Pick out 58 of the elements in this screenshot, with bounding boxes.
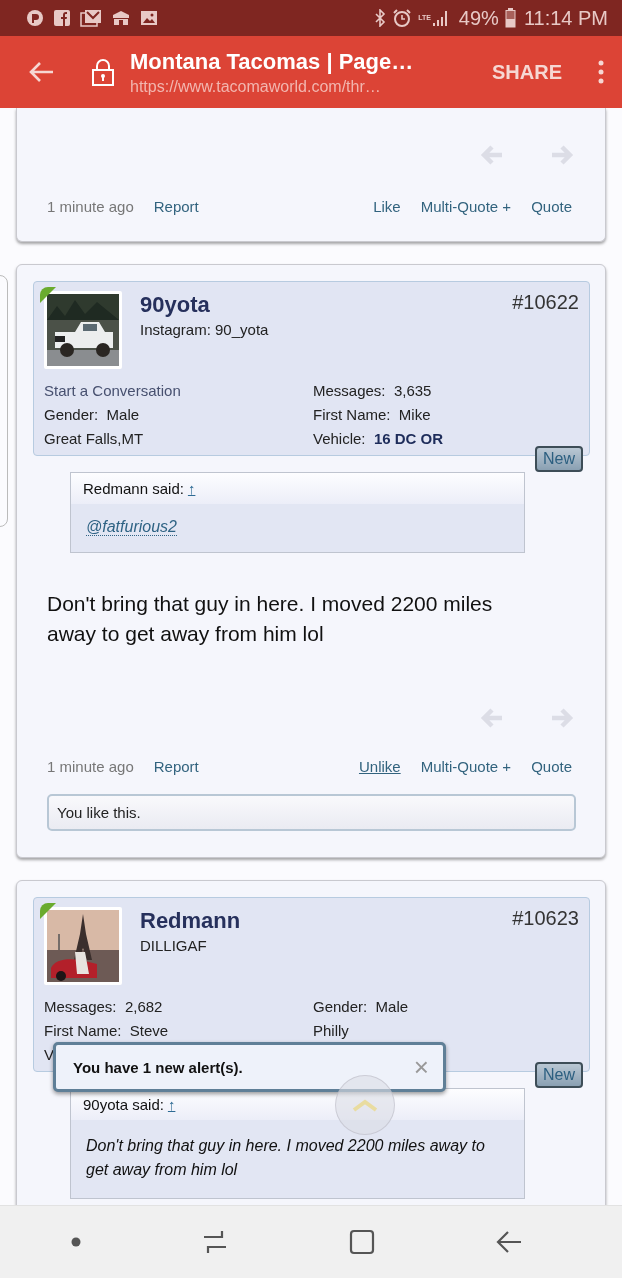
profile-field: Messages: 3,635 [313, 379, 579, 403]
post-time: 1 minute ago [47, 758, 134, 775]
action-link[interactable]: Unlike [358, 758, 401, 775]
post-time: 1 minute ago [47, 198, 134, 215]
author-name[interactable]: 90yota [140, 292, 269, 318]
chevron-up-icon [351, 1098, 379, 1112]
location-text: Great Falls,MT [44, 429, 145, 449]
profile-field: First Name: Mike [313, 403, 579, 427]
profile-field: Gender: Male [313, 995, 579, 1019]
share-button[interactable]: SHARE [488, 56, 566, 88]
home-icon[interactable] [348, 1229, 375, 1255]
profile-field: Gender: Male [44, 403, 313, 427]
back-icon[interactable] [495, 1229, 522, 1255]
app-icon [111, 9, 131, 27]
author-name[interactable]: Redmann [140, 908, 241, 934]
report-link[interactable]: Report [153, 198, 199, 215]
battery-icon [504, 8, 516, 28]
page-title: Montana Tacomas | Page… [130, 48, 415, 75]
dot-icon[interactable] [70, 1237, 81, 1247]
new-badge-button[interactable]: New [535, 446, 583, 472]
conversation-link[interactable]: Start a Conversation [44, 379, 313, 403]
user-title: DILLIGAF [140, 937, 208, 954]
page-url: https://www.tacomaworld.com/thr… [130, 77, 382, 96]
back-button[interactable] [29, 61, 55, 83]
recent-apps-icon[interactable] [201, 1229, 228, 1255]
like-summary: You like this. [47, 794, 576, 831]
report-link[interactable]: Report [153, 758, 199, 775]
alarm-icon [392, 8, 413, 28]
battery-percent: 49% [458, 6, 499, 30]
action-link[interactable]: Multi-Quote + [420, 758, 512, 775]
quote-author: 90yota said: [83, 1096, 164, 1113]
clock-time: 11:14 PM [523, 6, 608, 30]
new-badge-button[interactable]: New [535, 1062, 583, 1088]
alert-message: You have 1 new alert(s). [73, 1058, 243, 1076]
quote-source-link[interactable]: ↑ [187, 480, 196, 497]
post-number[interactable]: #10622 [512, 291, 579, 314]
bluetooth-icon [374, 9, 387, 27]
quote-source-link[interactable]: ↑ [167, 1096, 176, 1113]
profile-field: First Name: Steve [44, 1019, 313, 1043]
quoted-text: Don't bring that guy in here. I moved 2200 miles away to get away from him lol [86, 1136, 486, 1180]
post-number[interactable]: #10623 [512, 907, 579, 930]
scroll-top-button[interactable] [335, 1075, 395, 1135]
action-link[interactable]: Quote [531, 198, 572, 215]
profile-field: Messages: 2,682 [44, 995, 313, 1019]
action-link[interactable]: Like [373, 198, 401, 215]
action-link[interactable]: Quote [531, 758, 572, 775]
user-title: Instagram: 90_yota [140, 321, 269, 338]
location-text: V [44, 1045, 55, 1065]
image-icon [140, 9, 158, 27]
post-text: Don't bring that guy in here. I moved 2200 miles away to get away from him lol [47, 591, 494, 647]
quote-author: Redmann said: [83, 480, 184, 497]
lock-icon [91, 58, 115, 86]
location-text: Philly [313, 1021, 350, 1041]
more-icon[interactable] [598, 60, 604, 84]
signal-icon [430, 9, 449, 27]
mention-link[interactable]: @fatfurious2 [86, 518, 177, 536]
mail-icon [80, 9, 102, 27]
action-link[interactable]: Multi-Quote + [420, 198, 512, 215]
